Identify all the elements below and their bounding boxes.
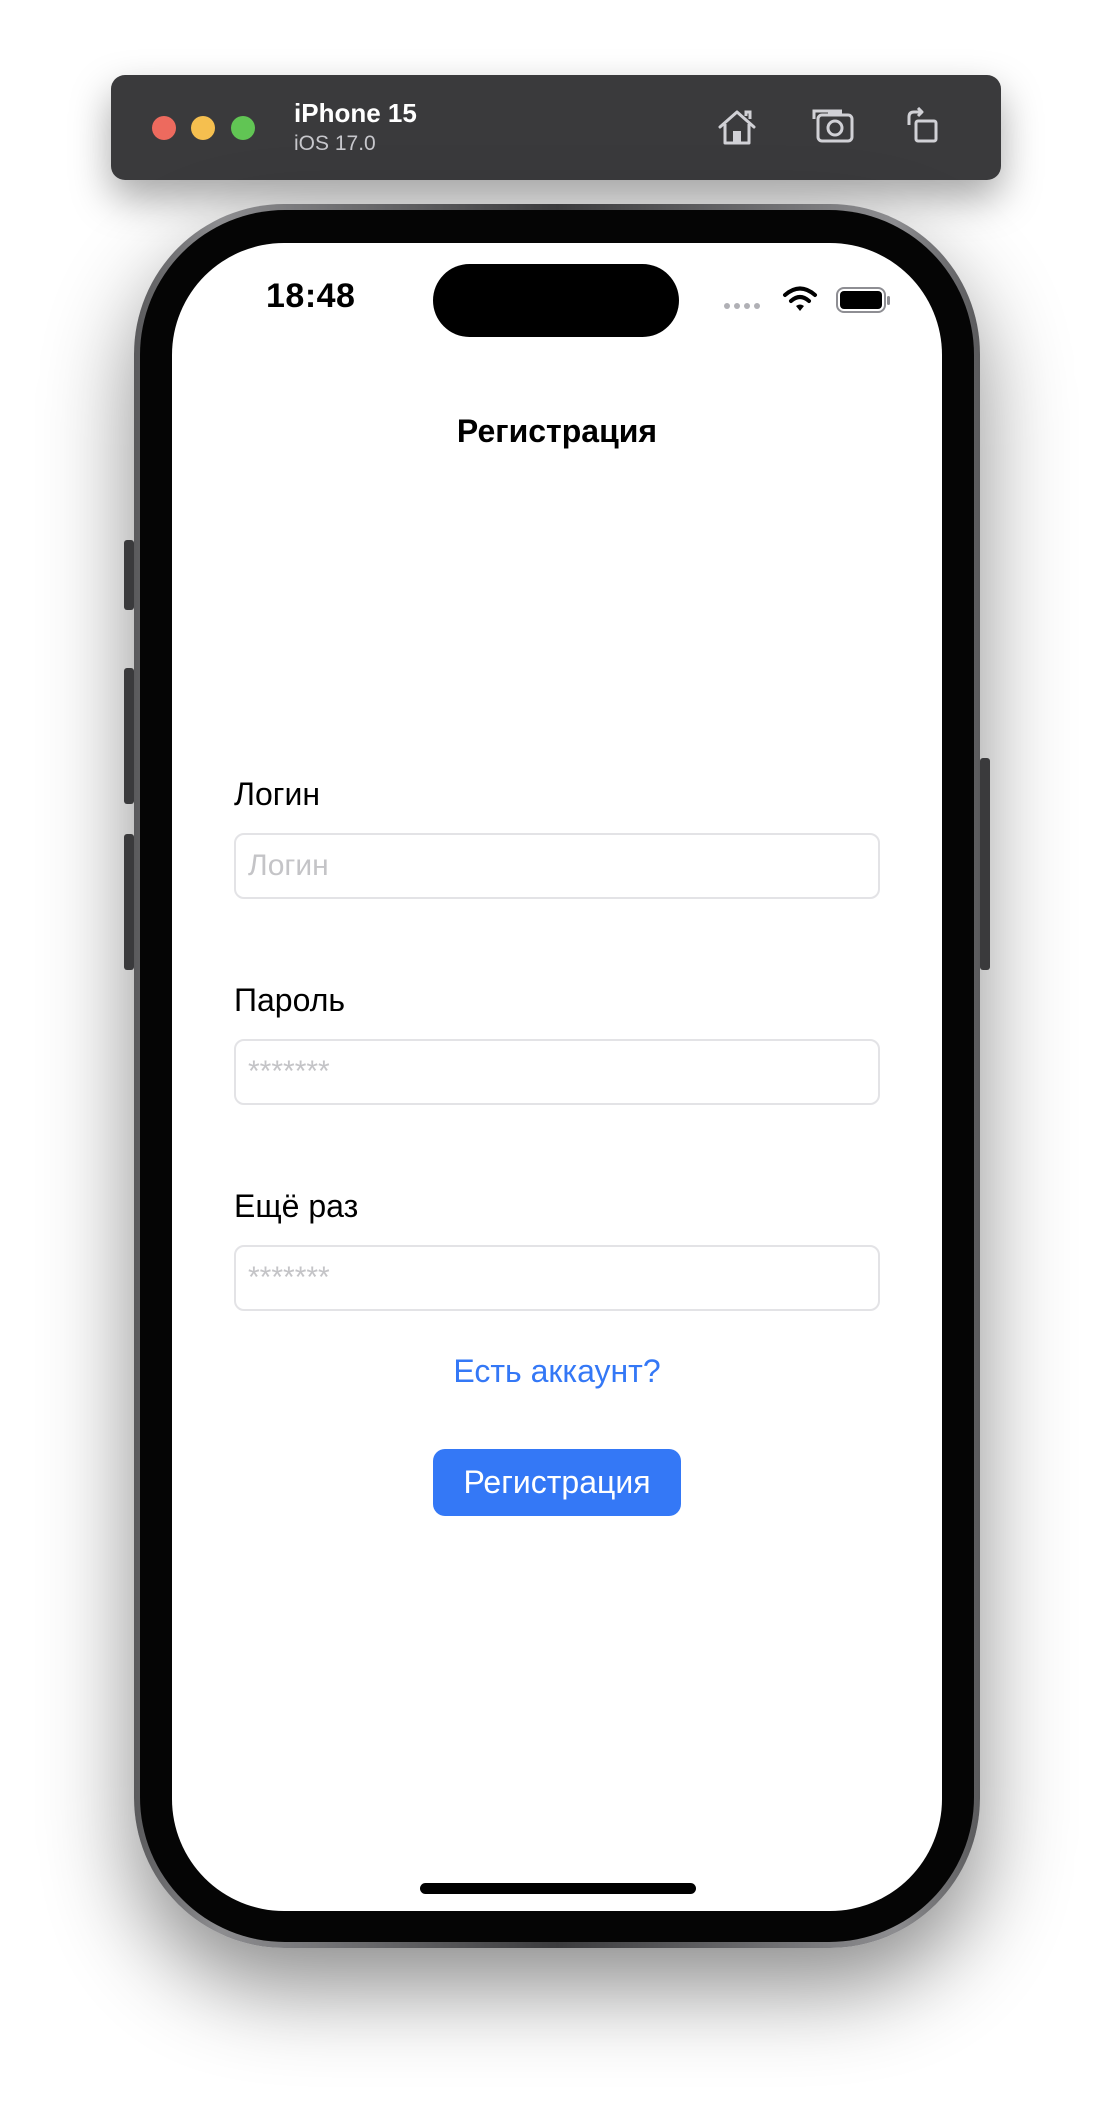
password-label: Пароль <box>234 982 346 1018</box>
login-label: Логин <box>234 776 321 812</box>
home-indicator[interactable] <box>420 1883 696 1894</box>
volume-down-button <box>124 834 134 970</box>
wifi-icon <box>783 286 817 311</box>
simulator-rotate-button[interactable] <box>900 104 946 150</box>
password-input[interactable] <box>234 1039 880 1105</box>
status-time: 18:48 <box>266 277 356 315</box>
volume-up-button <box>124 668 134 804</box>
rotate-icon <box>907 107 938 143</box>
phone-screen: 18:48 Регистрация Логин Пароль Ещё раз Е… <box>172 243 942 1911</box>
camera-icon <box>812 109 854 143</box>
window-close-button[interactable] <box>152 116 176 140</box>
dynamic-island <box>433 264 679 337</box>
simulator-screenshot-button[interactable] <box>812 104 858 150</box>
power-button <box>980 758 990 970</box>
cellular-icon <box>724 303 760 309</box>
page-title: Регистрация <box>456 413 658 449</box>
repeat-password-input[interactable] <box>234 1245 880 1311</box>
window-minimize-button[interactable] <box>191 116 215 140</box>
home-icon <box>718 110 756 145</box>
login-input[interactable] <box>234 833 880 899</box>
window-zoom-button[interactable] <box>231 116 255 140</box>
simulator-os-version: iOS 17.0 <box>294 132 376 155</box>
battery-icon <box>836 287 890 313</box>
register-button[interactable]: Регистрация <box>433 1449 681 1516</box>
status-icons <box>724 286 890 313</box>
action-button <box>124 540 134 610</box>
repeat-password-label: Ещё раз <box>234 1188 359 1224</box>
simulator-device-name: iPhone 15 <box>294 98 417 128</box>
simulator-home-button[interactable] <box>714 104 760 150</box>
have-account-link[interactable]: Есть аккаунт? <box>172 1353 942 1390</box>
